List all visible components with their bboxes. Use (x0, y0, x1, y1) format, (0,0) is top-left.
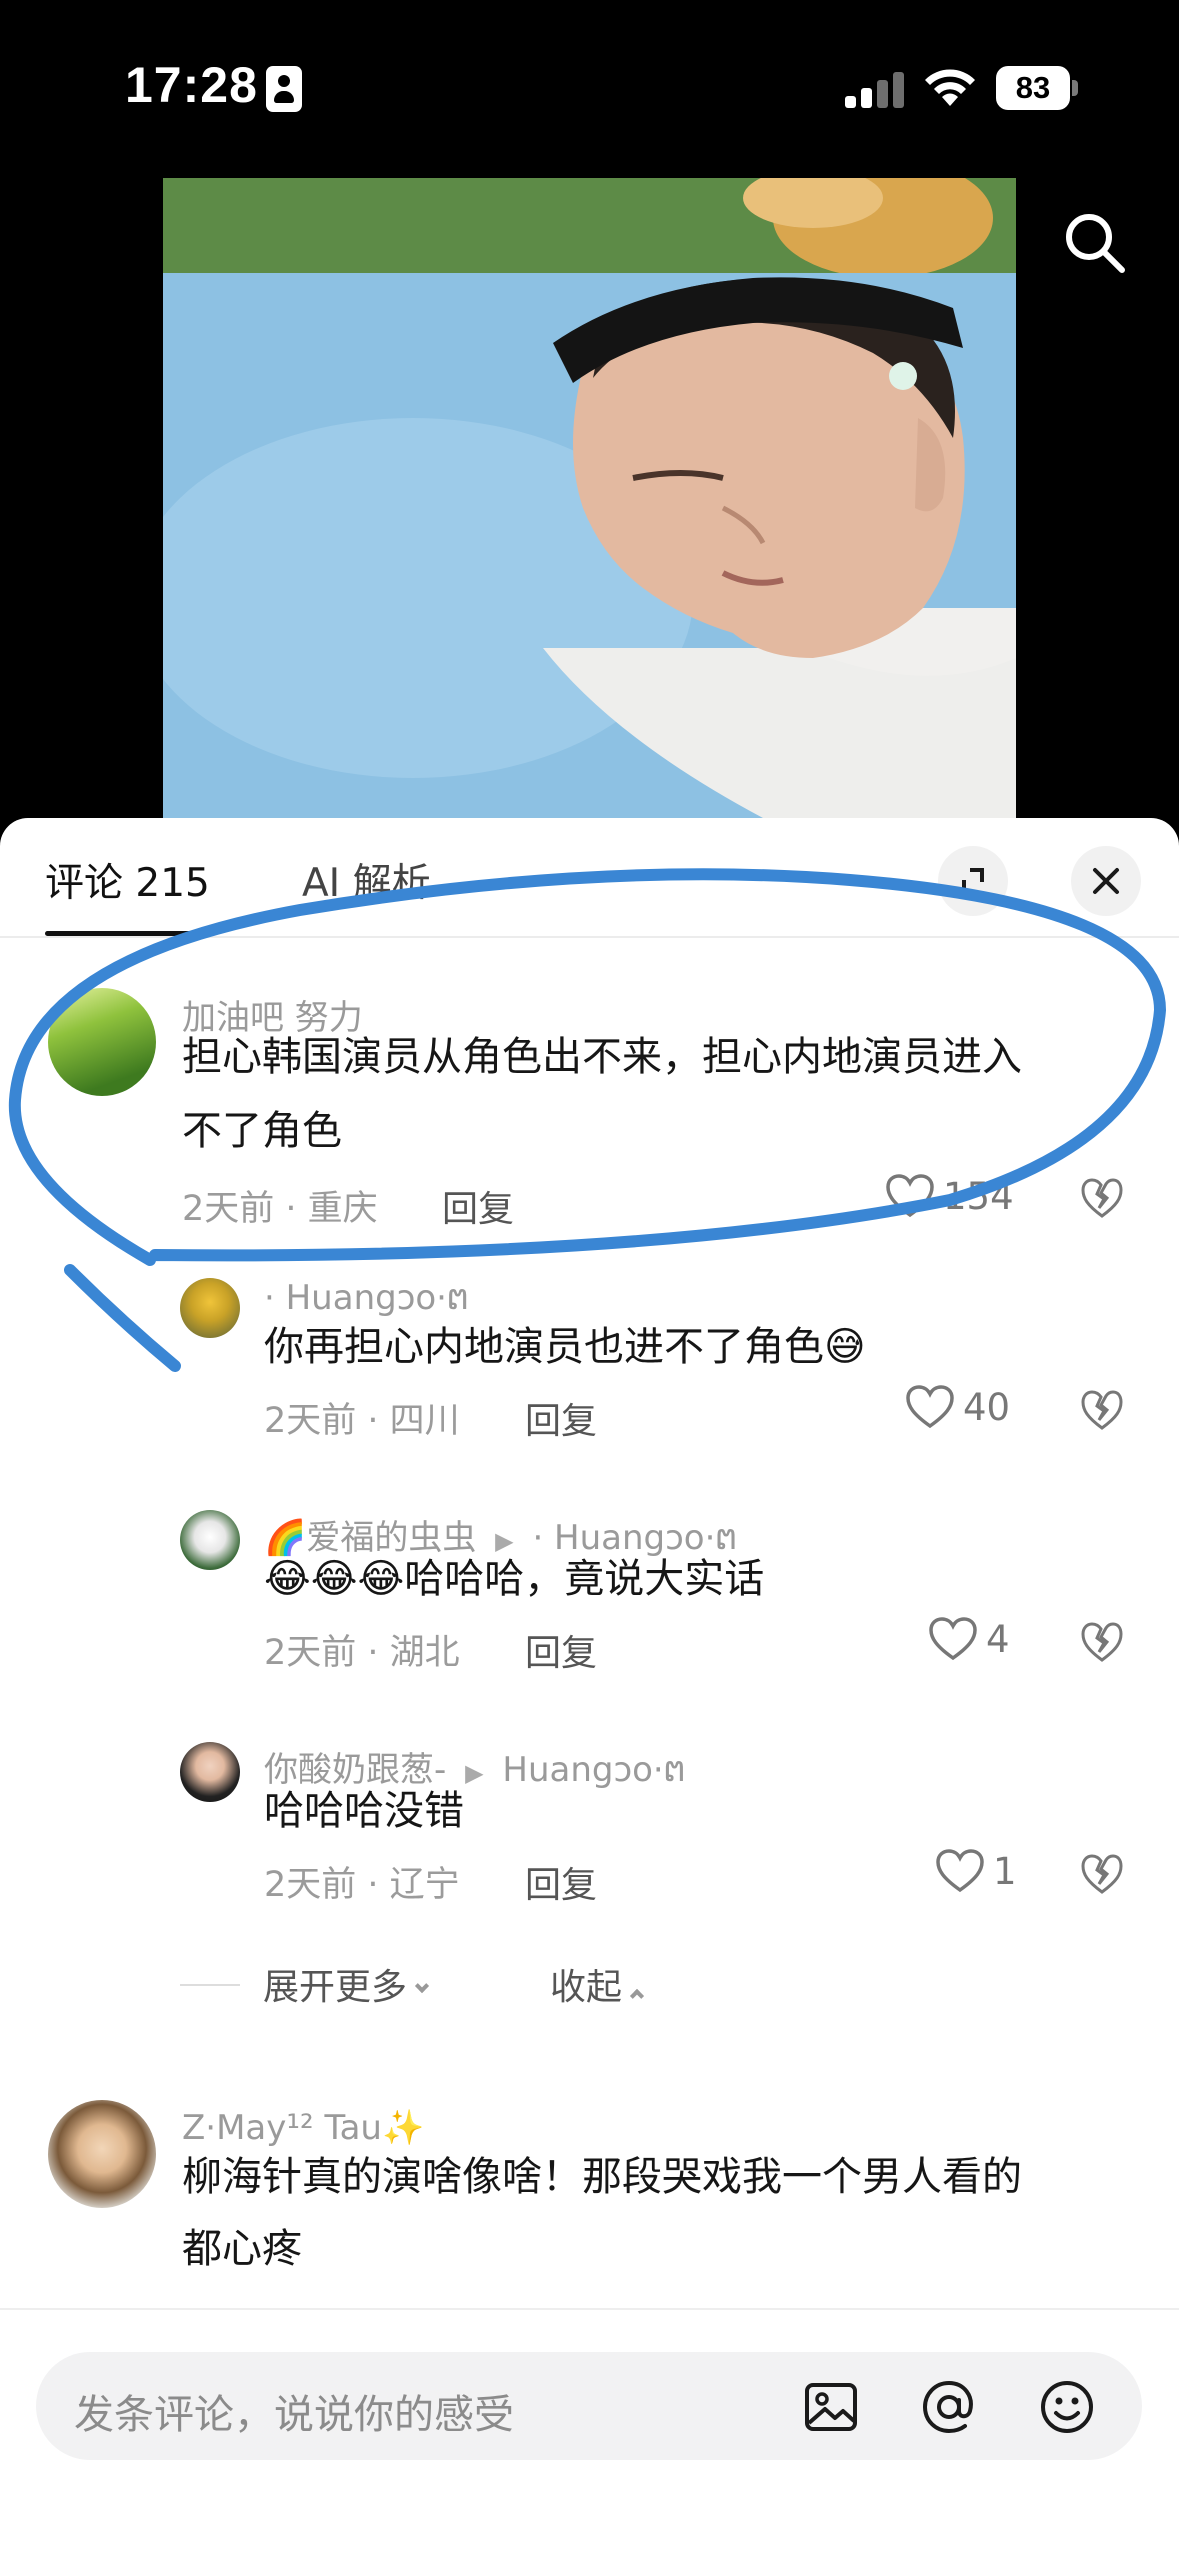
comment-text: 柳海针真的演啥像啥！那段哭戏我一个男人看的 (182, 2154, 1022, 2200)
dislike-icon[interactable] (1080, 1852, 1124, 1896)
like-button[interactable]: 1 (935, 1848, 1017, 1894)
emoji-icon[interactable] (1038, 2378, 1096, 2436)
comment-input-placeholder: 发条评论，说说你的感受 (74, 2392, 514, 2438)
expand-more-button[interactable]: 展开更多 (263, 1958, 437, 2010)
like-button[interactable]: 40 (905, 1384, 1010, 1430)
reply-item: 你酸奶跟葱- ▶ Huangɔo·ຕ 哈哈哈没错 2天前 · 辽宁 回复 1 (0, 1722, 1179, 1906)
replies-divider (180, 1984, 240, 1986)
like-button[interactable]: 154 (885, 1173, 1014, 1219)
battery-level: 83 (996, 66, 1070, 110)
avatar[interactable] (180, 1510, 240, 1570)
cellular-signal-icon (845, 70, 905, 108)
reply-button[interactable]: 回复 (525, 1856, 597, 1908)
comment-text-continued: 不了角色 (182, 1108, 342, 1154)
reply-arrow-icon: ▶ (465, 1759, 484, 1787)
like-count: 1 (993, 1849, 1017, 1893)
video-frame[interactable] (163, 178, 1016, 828)
chevron-up-icon (629, 1988, 645, 2004)
tab-ai-analysis[interactable]: AI 解析 (302, 852, 431, 908)
tab-comments[interactable]: 评论 215 (45, 852, 210, 908)
close-button[interactable] (1071, 846, 1141, 916)
expand-button[interactable] (938, 846, 1008, 916)
avatar[interactable] (48, 2100, 156, 2208)
search-icon[interactable] (1060, 208, 1130, 278)
heart-icon (906, 1385, 954, 1429)
comment-text-continued: 都心疼 (182, 2226, 302, 2272)
reply-item: · Huangɔo·ຕ 你再担心内地演员也进不了角色😅 2天前 · 四川 回复 … (0, 1258, 1179, 1442)
image-icon[interactable] (802, 2378, 860, 2436)
contact-card-icon (266, 66, 302, 112)
like-count: 40 (963, 1385, 1011, 1429)
comment-tabs: 评论 215 AI 解析 (0, 818, 1179, 938)
active-tab-indicator (45, 931, 210, 936)
heart-icon (936, 1849, 984, 1893)
heart-icon (886, 1174, 934, 1218)
video-player[interactable] (0, 170, 1179, 828)
comment-text: 哈哈哈没错 (264, 1788, 464, 1834)
chevron-down-icon (414, 1978, 430, 1994)
reply-item: 🌈爱福的虫虫 ▶ · Huangɔo·ຕ 😂😂😂哈哈哈，竟说大实话 2天前 · … (0, 1490, 1179, 1674)
comment-time-location: 2天前 · 湖北 (264, 1633, 460, 1673)
like-count: 154 (943, 1174, 1014, 1218)
battery-icon: 83 (996, 66, 1078, 110)
heart-icon (929, 1617, 977, 1661)
video-still-image (163, 178, 1016, 828)
comment-input[interactable]: 发条评论，说说你的感受 (36, 2352, 1142, 2460)
dislike-icon[interactable] (1080, 1620, 1124, 1664)
avatar[interactable] (180, 1742, 240, 1802)
dislike-icon[interactable] (1080, 1176, 1124, 1220)
status-bar: 17:28 83 (0, 0, 1179, 170)
avatar[interactable] (48, 988, 156, 1096)
comment-time-location: 2天前 · 四川 (264, 1401, 460, 1441)
comment-text: 你再担心内地演员也进不了角色😅 (264, 1324, 866, 1370)
wifi-icon (925, 69, 975, 106)
collapse-button[interactable]: 收起 (550, 1958, 652, 2010)
comment-time-location: 2天前 · 重庆 (182, 1189, 378, 1229)
reply-button[interactable]: 回复 (525, 1624, 597, 1676)
reply-button[interactable]: 回复 (442, 1180, 514, 1232)
expand-icon (962, 868, 984, 894)
comment-panel: 评论 215 AI 解析 加油吧 努力 担心韩国演员从角色出不来，担心内地演员进… (0, 818, 1179, 2556)
comment-text: 😂😂😂哈哈哈，竟说大实话 (264, 1556, 765, 1602)
dislike-icon[interactable] (1080, 1388, 1124, 1432)
like-count: 4 (986, 1617, 1010, 1661)
close-icon (1093, 868, 1119, 894)
comment-time-location: 2天前 · 辽宁 (264, 1865, 460, 1905)
comment-text: 担心韩国演员从角色出不来，担心内地演员进入 (182, 1034, 1022, 1080)
status-time: 17:28 (125, 57, 258, 113)
mention-icon[interactable] (920, 2378, 978, 2436)
like-button[interactable]: 4 (928, 1616, 1010, 1662)
avatar[interactable] (180, 1278, 240, 1338)
reply-button[interactable]: 回复 (525, 1392, 597, 1444)
comment-item: Z·May¹² Tau✨ 柳海针真的演啥像啥！那段哭戏我一个男人看的 都心疼 (0, 2078, 1179, 2338)
comment-input-bar: 发条评论，说说你的感受 (0, 2308, 1179, 2556)
